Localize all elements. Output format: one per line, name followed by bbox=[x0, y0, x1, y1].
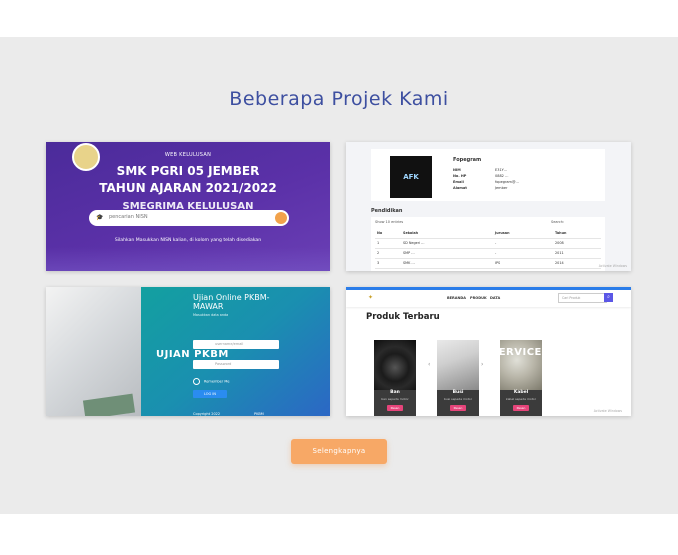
order-button[interactable]: Pesan bbox=[387, 405, 403, 411]
card2-profile-panel: AFK Fopegram NIM E31Y… No. HP 0882 … Email… bbox=[371, 149, 605, 201]
card2-table: Show 10 entries Search: No Sekolah Jurus… bbox=[371, 217, 605, 271]
product-desc: kabel sepeda motor bbox=[506, 397, 536, 401]
card1-heading2: TAHUN AJARAN 2021/2022 bbox=[99, 181, 277, 195]
login-button[interactable]: LOG IN bbox=[193, 390, 227, 398]
tire-image bbox=[374, 340, 416, 390]
card3-footer-right: PKBM bbox=[254, 412, 264, 416]
card4-section-title: Produk Terbaru bbox=[366, 312, 440, 322]
card1-heading3: SMEGRIMA KELULUSAN bbox=[122, 201, 254, 210]
product-desc: busi sepeda motor bbox=[443, 397, 472, 401]
card2-field: No. HP 0882 … bbox=[453, 174, 509, 178]
section-title: Beberapa Projek Kami bbox=[229, 88, 449, 110]
brand-logo-icon: ✦ bbox=[368, 294, 374, 301]
project-card-profile[interactable]: AFK Fopegram NIM E31Y… No. HP 0882 … Email… bbox=[346, 142, 631, 271]
card1-web-label: WEB KELULUSAN bbox=[164, 152, 212, 158]
card2-watermark: Activate Windows bbox=[598, 264, 627, 268]
card2-field: Email fopegram@… bbox=[453, 180, 519, 184]
nav-item[interactable]: BERANDA bbox=[447, 296, 466, 300]
card1-wave bbox=[46, 247, 330, 271]
product-card[interactable]: Busi busi sepeda motor Pesan bbox=[437, 340, 479, 416]
card2-name: Fopegram bbox=[453, 157, 482, 163]
radio-icon bbox=[193, 378, 200, 385]
card4-navbar: ✦ BERANDA PRODUK DATA Cari Produk ⌕ bbox=[346, 287, 631, 307]
nav-item[interactable]: PRODUK bbox=[470, 296, 487, 300]
product-card[interactable]: Ban ban sepeda motor Pesan bbox=[374, 340, 416, 416]
project-card-kelulusan[interactable]: WEB KELULUSAN SMK PGRI 05 JEMBER TAHUN A… bbox=[46, 142, 330, 271]
card3-footer-left: Copyright 2022 bbox=[193, 412, 221, 416]
order-button[interactable]: Pesan bbox=[450, 405, 466, 411]
product-desc: ban sepeda motor bbox=[381, 397, 409, 401]
product-name: Kabel bbox=[513, 390, 529, 395]
card3-title: Ujian Online PKBM-MAWAR bbox=[193, 293, 270, 311]
card4-service-overlay: SERVICE bbox=[491, 347, 542, 358]
product-name: Ban bbox=[390, 390, 400, 395]
product-name: Busi bbox=[452, 390, 464, 395]
project-card-toko[interactable]: ✦ BERANDA PRODUK DATA Cari Produk ⌕ Prod… bbox=[346, 287, 631, 416]
nav-item[interactable]: DATA bbox=[490, 296, 500, 300]
card2-field: Alamat Jember bbox=[453, 186, 508, 190]
table-row: 2 SMP … -2011 bbox=[375, 249, 601, 259]
card4-search-input[interactable]: Cari Produk bbox=[558, 293, 607, 303]
card1-hint: Silahkan Masukkan NISN kalian, di kolom … bbox=[114, 238, 262, 243]
card4-watermark: Activate Windows bbox=[593, 409, 622, 413]
username-field[interactable]: username/email bbox=[193, 340, 279, 349]
project-card-ujian[interactable]: Ujian Online PKBM-MAWAR Masukkan data an… bbox=[46, 287, 330, 416]
search-icon[interactable]: ⌕ bbox=[604, 293, 613, 302]
card3-subtitle: Masukkan data anda bbox=[193, 313, 229, 317]
remember-me[interactable]: Remember Me bbox=[193, 378, 230, 385]
spark-plug-image bbox=[437, 340, 479, 390]
card2-table-search[interactable]: Search: bbox=[551, 220, 564, 224]
table-row: 1 SD Negeri … -2008 bbox=[375, 239, 601, 249]
card1-search-placeholder: pencarian NISN bbox=[109, 214, 148, 220]
order-button[interactable]: Pesan bbox=[513, 405, 529, 411]
card1-heading1: SMK PGRI 05 JEMBER bbox=[116, 164, 260, 178]
school-icon: 🎓 bbox=[96, 214, 104, 221]
chevron-left-icon[interactable]: ‹ bbox=[428, 361, 430, 368]
table-header: No Sekolah Jurusan Tahun bbox=[375, 229, 601, 239]
password-field[interactable]: Password bbox=[193, 360, 279, 369]
card1-search-button[interactable] bbox=[275, 212, 287, 224]
table-row: 3 SMK … IPS 2014 bbox=[375, 259, 601, 269]
see-more-button[interactable]: Selengkapnya bbox=[291, 439, 387, 464]
card2-section-title: Pendidikan bbox=[371, 208, 403, 214]
card2-field: NIM E31Y… bbox=[453, 168, 508, 172]
card3-overlay-title: UJIAN PKBM bbox=[156, 349, 229, 360]
avatar: AFK bbox=[390, 156, 432, 198]
card1-search-bar[interactable]: 🎓 pencarian NISN bbox=[89, 210, 289, 226]
card2-show-entries[interactable]: Show 10 entries bbox=[375, 220, 403, 224]
chevron-right-icon[interactable]: › bbox=[481, 361, 483, 368]
